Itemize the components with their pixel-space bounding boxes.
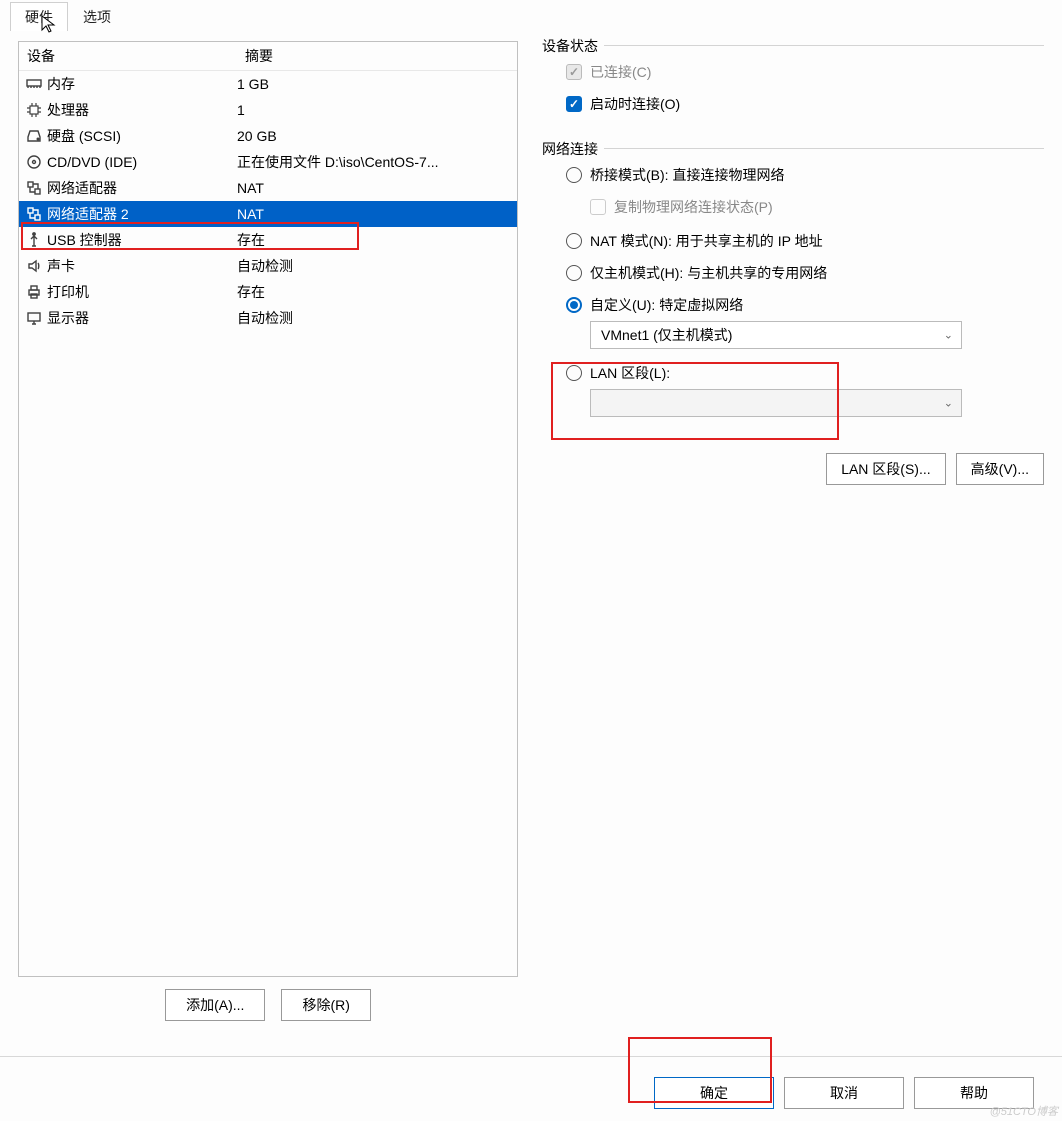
tab-hardware[interactable]: 硬件 (10, 2, 68, 31)
fieldset-legend: 设备状态 (542, 36, 604, 56)
cpu-icon (23, 101, 45, 119)
device-label: CD/DVD (IDE) (45, 154, 237, 170)
device-summary: 存在 (237, 282, 517, 302)
connect-on-start-checkbox[interactable]: ✓ (566, 96, 582, 112)
cd-icon (23, 153, 45, 171)
list-row-cddvd[interactable]: CD/DVD (IDE) 正在使用文件 D:\iso\CentOS-7... (19, 149, 517, 175)
device-label: 显示器 (45, 308, 237, 328)
printer-icon (23, 283, 45, 301)
list-row-usb[interactable]: USB 控制器 存在 (19, 227, 517, 253)
list-row-disk[interactable]: 硬盘 (SCSI) 20 GB (19, 123, 517, 149)
replicate-label: 复制物理网络连接状态(P) (614, 197, 773, 217)
device-summary: 存在 (237, 230, 517, 250)
device-label: 声卡 (45, 256, 237, 276)
connected-label: 已连接(C) (590, 62, 651, 82)
radio-custom[interactable] (566, 297, 582, 313)
radio-host-only-label: 仅主机模式(H): 与主机共享的专用网络 (590, 263, 827, 283)
radio-bridge-label: 桥接模式(B): 直接连接物理网络 (590, 165, 784, 185)
device-label: 处理器 (45, 100, 237, 120)
device-summary: 自动检测 (237, 256, 517, 276)
list-row-network2[interactable]: 网络适配器 2 NAT (19, 201, 517, 227)
memory-icon (23, 75, 45, 93)
lan-segment-select: ⌄ (590, 389, 962, 417)
device-summary: 20 GB (237, 128, 517, 144)
device-label: 网络适配器 (45, 178, 237, 198)
custom-network-select[interactable]: VMnet1 (仅主机模式) ⌄ (590, 321, 962, 349)
tab-options[interactable]: 选项 (68, 2, 126, 31)
radio-lan-label: LAN 区段(L): (590, 363, 670, 383)
device-label: 硬盘 (SCSI) (45, 126, 237, 146)
device-label: 内存 (45, 74, 237, 94)
list-header: 设备 摘要 (19, 42, 517, 71)
list-row-cpu[interactable]: 处理器 1 (19, 97, 517, 123)
device-summary: 1 GB (237, 76, 517, 92)
radio-custom-label: 自定义(U): 特定虚拟网络 (590, 295, 743, 315)
ok-button[interactable]: 确定 (654, 1077, 774, 1109)
watermark: @51CTO博客 (990, 1103, 1058, 1119)
device-summary: NAT (237, 206, 517, 222)
network-fieldset: 网络连接 桥接模式(B): 直接连接物理网络 复制物理网络连接状态(P) NAT… (542, 148, 1044, 433)
col-header-device[interactable]: 设备 (19, 42, 237, 70)
device-label: 网络适配器 2 (45, 204, 237, 224)
display-icon (23, 309, 45, 327)
device-list: 设备 摘要 内存 1 GB 处理器 1 硬盘 (SCSI) 20 GB CD/D… (18, 41, 518, 977)
select-value: VMnet1 (仅主机模式) (601, 327, 732, 343)
device-summary: NAT (237, 180, 517, 196)
list-row-network1[interactable]: 网络适配器 NAT (19, 175, 517, 201)
sound-icon (23, 257, 45, 275)
chevron-down-icon: ⌄ (944, 329, 953, 342)
replicate-checkbox (590, 199, 606, 215)
list-row-memory[interactable]: 内存 1 GB (19, 71, 517, 97)
cancel-button[interactable]: 取消 (784, 1077, 904, 1109)
device-status-fieldset: 设备状态 ✓ 已连接(C) ✓ 启动时连接(O) (542, 45, 1044, 128)
disk-icon (23, 127, 45, 145)
device-label: 打印机 (45, 282, 237, 302)
radio-host-only[interactable] (566, 265, 582, 281)
list-row-printer[interactable]: 打印机 存在 (19, 279, 517, 305)
add-button[interactable]: 添加(A)... (165, 989, 265, 1021)
chevron-down-icon: ⌄ (944, 397, 953, 410)
radio-bridge[interactable] (566, 167, 582, 183)
lan-segments-button[interactable]: LAN 区段(S)... (826, 453, 945, 485)
advanced-button[interactable]: 高级(V)... (956, 453, 1044, 485)
device-summary: 1 (237, 102, 517, 118)
divider (0, 1056, 1062, 1057)
radio-nat[interactable] (566, 233, 582, 249)
connected-checkbox: ✓ (566, 64, 582, 80)
list-row-display[interactable]: 显示器 自动检测 (19, 305, 517, 331)
fieldset-legend: 网络连接 (542, 139, 604, 159)
usb-icon (23, 231, 45, 249)
device-summary: 正在使用文件 D:\iso\CentOS-7... (237, 152, 517, 172)
remove-button[interactable]: 移除(R) (281, 989, 370, 1021)
radio-nat-label: NAT 模式(N): 用于共享主机的 IP 地址 (590, 231, 823, 251)
radio-lan[interactable] (566, 365, 582, 381)
device-label: USB 控制器 (45, 230, 237, 250)
connect-on-start-label: 启动时连接(O) (590, 94, 680, 114)
col-header-summary[interactable]: 摘要 (237, 42, 517, 70)
device-summary: 自动检测 (237, 308, 517, 328)
network-icon (23, 205, 45, 223)
network-icon (23, 179, 45, 197)
list-row-sound[interactable]: 声卡 自动检测 (19, 253, 517, 279)
